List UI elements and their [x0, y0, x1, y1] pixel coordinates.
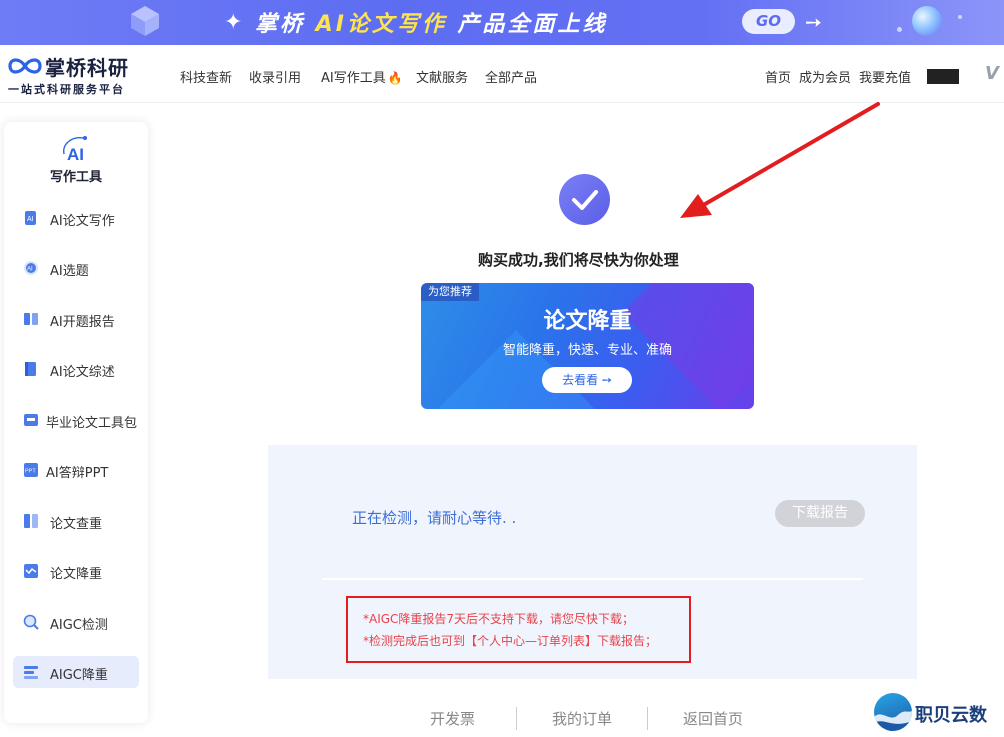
- decor-dot: [897, 27, 902, 32]
- promo-banner[interactable]: ✦ 掌桥 AI论文写作 产品全面上线 GO ➙: [0, 0, 1004, 45]
- ai-logo-icon: AI: [63, 136, 87, 162]
- arrow-right-icon: ➙: [805, 10, 822, 34]
- sidebar-item-aigc-reduce[interactable]: AIGC降重: [13, 656, 139, 688]
- rewrite-icon: [24, 564, 38, 578]
- sidebar-item-label: AI选题: [50, 264, 89, 279]
- nav-recharge[interactable]: 我要充值: [859, 67, 911, 86]
- sidebar-item-ai-topic[interactable]: AI AI选题: [13, 252, 139, 284]
- sidebar-item-review[interactable]: AI论文综述: [13, 353, 139, 385]
- watermark: 职贝云数: [874, 693, 1002, 733]
- watermark-text: 职贝云数: [915, 705, 987, 726]
- sidebar-item-proposal[interactable]: AI开题报告: [13, 303, 139, 335]
- sidebar-item-aigc-detect[interactable]: AIGC检测: [13, 606, 139, 638]
- nav-ai-writing-label: AI写作工具: [321, 71, 386, 86]
- download-report-button[interactable]: 下载报告: [775, 500, 865, 527]
- site-logo[interactable]: 掌桥科研 一站式科研服务平台: [6, 51, 146, 99]
- promo-view-button[interactable]: 去看看 ➙: [542, 367, 632, 393]
- promo-card-rewrite[interactable]: 为您推荐 论文降重 智能降重，快速、专业、准确 去看看 ➙: [421, 283, 754, 409]
- sidebar-item-ai-paper[interactable]: AI AI论文写作: [13, 202, 139, 234]
- notice-line: *AIGC降重报告7天后不支持下载，请您尽快下载；: [363, 612, 635, 626]
- sidebar-item-plagiarism[interactable]: 论文查重: [13, 505, 139, 537]
- nav-home[interactable]: 首页: [765, 67, 791, 86]
- infinity-logo-icon: [8, 58, 42, 74]
- divider: [647, 707, 648, 730]
- sidebar-item-label: AI论文综述: [50, 365, 115, 380]
- notice-line: *检测完成后也可到【个人中心—订单列表】下载报告；: [363, 634, 658, 648]
- decor-dot: [958, 15, 962, 19]
- sidebar-item-label: AIGC检测: [50, 618, 108, 633]
- sidebar-item-label: 论文降重: [50, 567, 103, 582]
- notice-box: *AIGC降重报告7天后不支持下载，请您尽快下载； *检测完成后也可到【个人中心…: [346, 596, 691, 663]
- invoice-link[interactable]: 开发票: [430, 708, 475, 729]
- promo-title: 论文降重: [543, 309, 632, 334]
- sidebar-item-ppt[interactable]: PPT AI答辩PPT: [13, 454, 139, 486]
- sidebar-item-label: AI答辩PPT: [46, 466, 109, 481]
- plagiarism-check-icon: [24, 514, 38, 528]
- sphere-decoration: [912, 6, 942, 36]
- review-icon: [25, 362, 36, 376]
- toolkit-icon: [24, 414, 38, 426]
- ai-topic-icon: AI: [24, 261, 38, 275]
- nav-all-products[interactable]: 全部产品: [485, 67, 537, 86]
- ppt-icon: PPT: [24, 463, 38, 477]
- svg-text:PPT: PPT: [25, 469, 36, 475]
- my-orders-link[interactable]: 我的订单: [552, 708, 612, 729]
- promo-tag: 为您推荐: [421, 283, 479, 301]
- aigc-reduce-icon: [24, 666, 38, 679]
- nav-sci-novelty[interactable]: 科技查新: [180, 67, 232, 86]
- sidebar-item-label: AI论文写作: [50, 214, 115, 229]
- success-check-icon: [559, 174, 610, 225]
- nav-membership[interactable]: 成为会员: [799, 67, 851, 86]
- sidebar-title: 写作工具: [49, 170, 102, 185]
- vip-icon[interactable]: V: [985, 63, 999, 84]
- logo-name: 掌桥科研: [45, 56, 129, 80]
- watermark-logo-icon: [874, 693, 912, 731]
- sidebar-item-label: AIGC降重: [50, 668, 108, 683]
- sidebar-item-rewrite[interactable]: 论文降重: [13, 555, 139, 587]
- svg-text:AI: AI: [27, 216, 34, 223]
- nav-literature[interactable]: 文献服务: [416, 67, 468, 86]
- detection-status: 正在检测，请耐心等待. .: [352, 509, 517, 527]
- aigc-detect-icon: [23, 614, 39, 630]
- nav-citation[interactable]: 收录引用: [249, 67, 301, 86]
- sidebar-item-toolkit[interactable]: 毕业论文工具包: [13, 404, 139, 436]
- divider: [516, 707, 517, 730]
- sidebar: AI 写作工具 AI AI论文写作 AI AI选题 AI开题报告 AI论文综述 …: [4, 122, 148, 723]
- banner-headline: 掌桥 AI论文写作 产品全面上线: [255, 12, 608, 37]
- sidebar-item-label: 论文查重: [50, 517, 103, 532]
- flame-icon: 🔥: [387, 71, 403, 85]
- user-avatar[interactable]: [927, 69, 959, 84]
- status-panel: 正在检测，请耐心等待. . 下载报告 *AIGC降重报告7天后不支持下载，请您尽…: [268, 445, 917, 679]
- promo-subtitle: 智能降重，快速、专业、准确: [502, 343, 672, 358]
- svg-text:AI: AI: [67, 145, 84, 162]
- svg-text:AI: AI: [27, 267, 33, 273]
- divider: [322, 578, 863, 580]
- sidebar-item-label: 毕业论文工具包: [46, 416, 138, 431]
- logo-slogan: 一站式科研服务平台: [8, 83, 125, 96]
- sidebar-header: AI 写作工具: [4, 134, 148, 186]
- success-message: 购买成功,我们将尽快为你处理: [478, 251, 679, 269]
- ai-paper-icon: AI: [25, 211, 36, 225]
- sidebar-item-label: AI开题报告: [50, 315, 115, 330]
- proposal-report-icon: [24, 313, 38, 325]
- nav-ai-writing[interactable]: AI写作工具 🔥: [321, 67, 403, 86]
- sparkle-icon: ✦: [224, 10, 243, 35]
- back-home-link[interactable]: 返回首页: [683, 708, 743, 729]
- go-button[interactable]: GO: [742, 9, 795, 34]
- site-header: 掌桥科研 一站式科研服务平台 科技查新 收录引用 AI写作工具 🔥 文献服务 全部…: [0, 45, 1004, 103]
- cube-icon: [131, 6, 159, 36]
